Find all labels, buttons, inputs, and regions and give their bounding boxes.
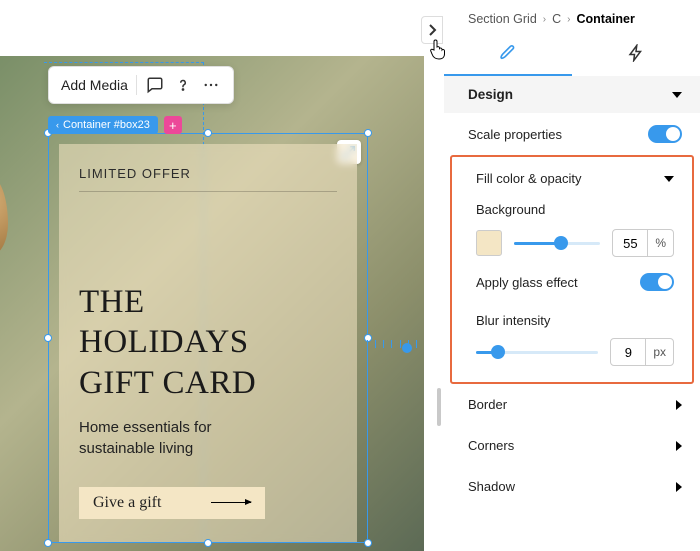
chevron-down-icon bbox=[672, 92, 682, 98]
section-design-header[interactable]: Design bbox=[444, 76, 700, 113]
bolt-icon bbox=[627, 44, 645, 62]
comment-icon[interactable] bbox=[145, 75, 165, 95]
title-line: GIFT CARD bbox=[79, 363, 337, 403]
chevron-right-icon: › bbox=[543, 14, 546, 25]
decor-shape bbox=[0, 176, 8, 256]
breadcrumb-item[interactable]: C bbox=[552, 12, 561, 26]
resize-handle[interactable] bbox=[204, 539, 212, 547]
opacity-input[interactable] bbox=[613, 236, 647, 251]
resize-handle[interactable] bbox=[204, 129, 212, 137]
chevron-right-icon bbox=[427, 24, 437, 36]
chevron-right-icon bbox=[676, 400, 682, 410]
sub-line: sustainable living bbox=[79, 438, 337, 459]
plus-icon: + bbox=[169, 118, 177, 133]
selection-tag-row: ‹ Container #box23 + bbox=[48, 116, 182, 134]
label-background: Background bbox=[452, 190, 692, 223]
panel-tabs bbox=[444, 32, 700, 76]
blur-input-group: px bbox=[610, 338, 674, 366]
sub-line: Home essentials for bbox=[79, 417, 337, 438]
slider-thumb[interactable] bbox=[491, 345, 505, 359]
row-fill-opacity[interactable]: Fill color & opacity bbox=[452, 157, 692, 190]
breadcrumb-item[interactable]: Section Grid bbox=[468, 12, 537, 26]
more-icon[interactable] bbox=[201, 75, 221, 95]
cta-label: Give a gift bbox=[93, 494, 161, 512]
floating-toolbar: Add Media bbox=[48, 66, 234, 104]
opacity-slider[interactable] bbox=[514, 234, 600, 252]
toggle-scale-properties[interactable] bbox=[648, 125, 682, 143]
chevron-right-icon: › bbox=[567, 14, 570, 25]
selection-tag[interactable]: ‹ Container #box23 bbox=[48, 116, 158, 134]
fill-opacity-callout: Fill color & opacity Background % Apply … bbox=[450, 155, 694, 384]
blur-slider[interactable] bbox=[476, 343, 598, 361]
panel-collapse-button[interactable] bbox=[421, 16, 443, 44]
blur-input[interactable] bbox=[611, 345, 645, 360]
scrollbar[interactable] bbox=[437, 388, 441, 426]
opacity-input-group: % bbox=[612, 229, 674, 257]
card-title: THE HOLIDAYS GIFT CARD bbox=[79, 282, 337, 403]
toggle-apply-glass[interactable] bbox=[640, 273, 674, 291]
title-line: THE bbox=[79, 282, 337, 322]
card-subtitle: Home essentials for sustainable living bbox=[79, 417, 337, 459]
chevron-left-icon: ‹ bbox=[56, 120, 59, 130]
chevron-right-icon bbox=[676, 441, 682, 451]
label-scale-properties: Scale properties bbox=[468, 127, 562, 142]
row-apply-glass: Apply glass effect bbox=[452, 263, 692, 301]
resize-handle[interactable] bbox=[364, 539, 372, 547]
breadcrumb: Section Grid › C › Container bbox=[444, 0, 700, 32]
label-fill-opacity: Fill color & opacity bbox=[476, 171, 581, 186]
section-title: Design bbox=[468, 87, 513, 102]
row-shadow[interactable]: Shadow bbox=[444, 466, 700, 507]
tab-design[interactable] bbox=[444, 32, 572, 76]
canvas-area: Add Media ‹ Container #box23 + LIMITED O… bbox=[0, 0, 424, 551]
toolbar-separator bbox=[136, 75, 137, 95]
chevron-down-icon bbox=[664, 176, 674, 182]
label-corners: Corners bbox=[468, 438, 514, 453]
blur-unit: px bbox=[645, 339, 673, 365]
row-scale-properties: Scale properties bbox=[444, 113, 700, 155]
selection-tag-label: Container #box23 bbox=[63, 119, 150, 131]
gift-card-container[interactable]: LIMITED OFFER THE HOLIDAYS GIFT CARD Hom… bbox=[59, 144, 357, 542]
label-shadow: Shadow bbox=[468, 479, 515, 494]
resize-handle[interactable] bbox=[44, 539, 52, 547]
cta-button[interactable]: Give a gift bbox=[79, 487, 265, 519]
label-border: Border bbox=[468, 397, 507, 412]
arrow-right-icon bbox=[211, 502, 251, 503]
label-apply-glass: Apply glass effect bbox=[476, 275, 578, 290]
color-swatch[interactable] bbox=[476, 230, 502, 256]
brush-icon bbox=[498, 43, 518, 63]
help-icon[interactable] bbox=[173, 75, 193, 95]
label-blur-intensity: Blur intensity bbox=[452, 301, 692, 334]
tab-interactions[interactable] bbox=[572, 32, 700, 76]
add-media-button[interactable]: Add Media bbox=[61, 77, 128, 93]
chevron-right-icon bbox=[676, 482, 682, 492]
breadcrumb-current: Container bbox=[577, 12, 635, 26]
edge-anchor[interactable] bbox=[402, 343, 412, 353]
selection-frame[interactable]: LIMITED OFFER THE HOLIDAYS GIFT CARD Hom… bbox=[48, 133, 368, 543]
opacity-unit: % bbox=[647, 230, 673, 256]
row-border[interactable]: Border bbox=[444, 384, 700, 425]
panel-body: Design Scale properties Fill color & opa… bbox=[444, 76, 700, 551]
row-corners[interactable]: Corners bbox=[444, 425, 700, 466]
resize-handle[interactable] bbox=[364, 129, 372, 137]
add-element-button[interactable]: + bbox=[164, 116, 182, 134]
title-line: HOLIDAYS bbox=[79, 322, 337, 362]
resize-handle[interactable] bbox=[44, 334, 52, 342]
slider-thumb[interactable] bbox=[554, 236, 568, 250]
canvas-topbar bbox=[0, 0, 424, 56]
background-controls: % bbox=[452, 223, 692, 263]
inspector-panel: Section Grid › C › Container Design Scal… bbox=[444, 0, 700, 551]
eyebrow-text: LIMITED OFFER bbox=[79, 166, 337, 192]
blur-controls: px bbox=[452, 334, 692, 376]
